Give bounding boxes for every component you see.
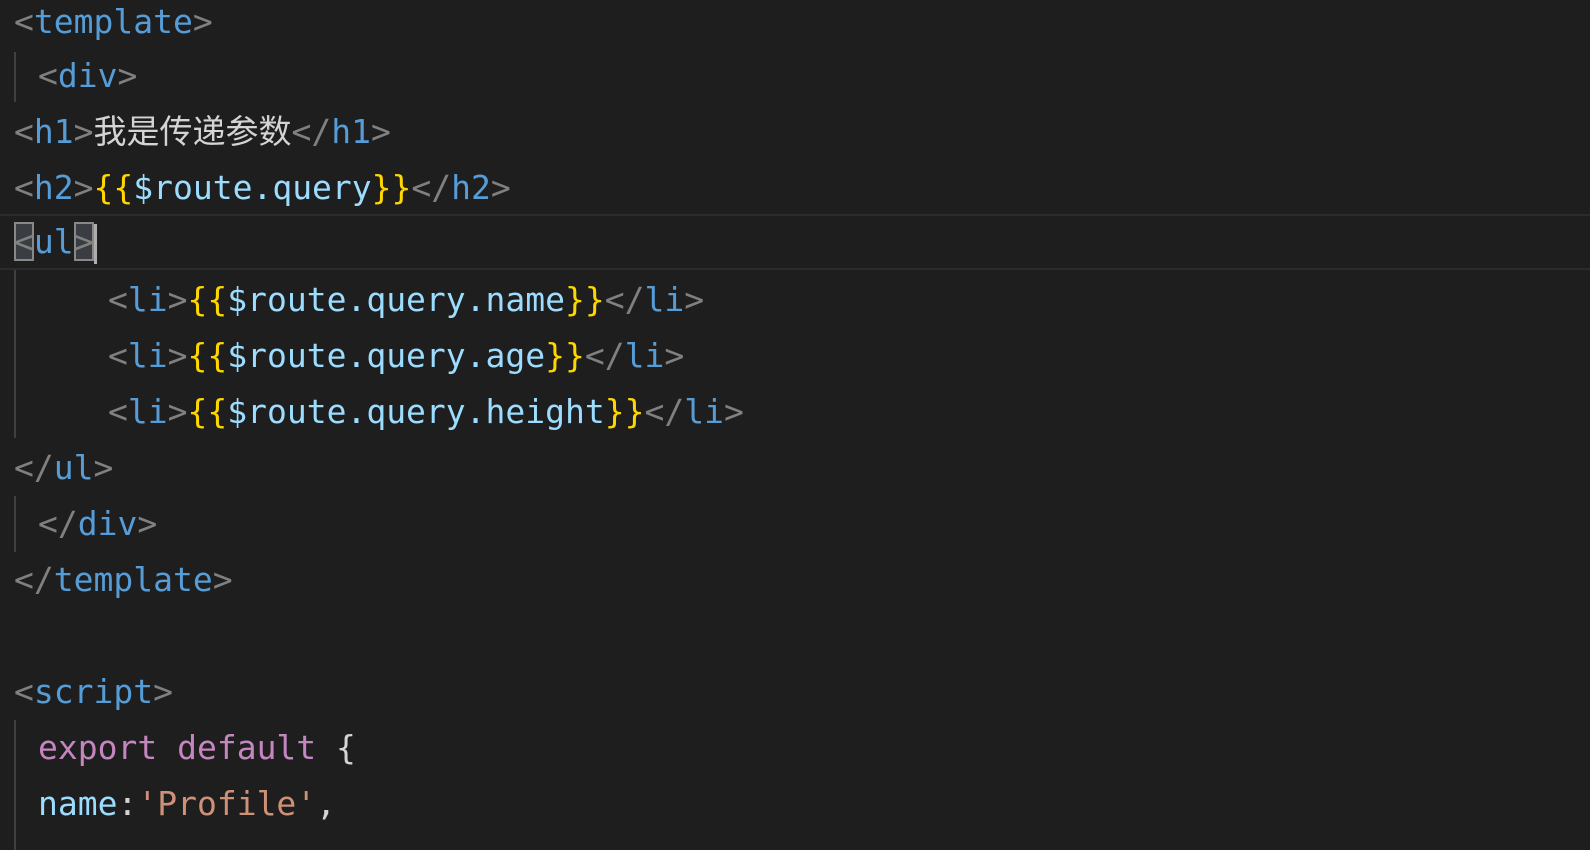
bracket: > (490, 168, 511, 207)
interpolation-brace: }} (604, 392, 645, 431)
code-line[interactable]: <template> (0, 0, 1590, 50)
interpolation-brace: }} (545, 336, 585, 375)
code-line[interactable]: name:'Profile', (0, 776, 1590, 832)
tag-name: h2 (33, 168, 74, 207)
bracket: < (108, 280, 128, 319)
interpolation-brace: {{ (93, 168, 134, 207)
code-line[interactable]: export default { (0, 720, 1590, 776)
bracket: </ (38, 504, 78, 543)
bracket: < (14, 168, 34, 207)
tag-name: li (644, 280, 685, 319)
bracket-match-open: < (14, 222, 34, 261)
bracket: > (664, 336, 685, 375)
bracket: > (212, 560, 233, 599)
bracket: > (167, 392, 188, 431)
interpolation-brace: {{ (187, 336, 228, 375)
bracket: > (93, 448, 114, 487)
tag-name: template (33, 2, 193, 41)
code-line[interactable]: <script> (0, 664, 1590, 720)
code-line[interactable]: <h2>{{$route.query}}</h2> (0, 160, 1590, 216)
tag-name: h1 (331, 112, 371, 151)
variable: $route.query.name (227, 280, 566, 319)
tag-name: li (684, 392, 724, 431)
bracket: > (137, 504, 158, 543)
bracket: </ (14, 448, 54, 487)
interpolation-brace: }} (371, 168, 412, 207)
bracket: > (192, 2, 213, 41)
bracket: < (108, 336, 128, 375)
bracket: < (108, 392, 128, 431)
variable: $route.query.height (227, 392, 605, 431)
tag-name: li (127, 280, 168, 319)
variable: $route.query (133, 168, 372, 207)
comma: , (316, 784, 337, 823)
keyword: default (177, 728, 317, 767)
tag-name: h2 (451, 168, 491, 207)
bracket: </ (584, 336, 625, 375)
code-line[interactable]: </ul> (0, 440, 1590, 496)
code-line[interactable]: </div> (0, 496, 1590, 552)
tag-name: li (127, 336, 168, 375)
bracket: > (153, 672, 173, 711)
bracket: < (14, 112, 34, 151)
interpolation-brace: }} (565, 280, 605, 319)
string-literal: 'Profile' (137, 784, 317, 823)
bracket: < (14, 2, 34, 41)
current-code-line[interactable]: <ul> (0, 214, 1590, 270)
bracket: </ (291, 112, 332, 151)
interpolation-brace: {{ (187, 280, 228, 319)
bracket: </ (604, 280, 645, 319)
bracket: > (371, 112, 391, 151)
bracket: </ (644, 392, 685, 431)
code-line[interactable]: </template> (0, 552, 1590, 608)
bracket: > (167, 336, 188, 375)
tag-name: div (77, 504, 138, 543)
text-content: 我是传递参数 (93, 112, 292, 151)
code-line[interactable]: <li>{{$route.query.age}}</li> (0, 328, 1590, 384)
text-cursor (93, 223, 97, 264)
interpolation-brace: {{ (187, 392, 228, 431)
empty-code-line[interactable] (0, 608, 1590, 664)
tag-name: script (33, 672, 154, 711)
bracket: </ (411, 168, 452, 207)
colon: : (117, 784, 138, 823)
keyword: export (38, 728, 158, 767)
bracket: > (724, 392, 744, 431)
variable: $route.query.age (227, 336, 546, 375)
code-line[interactable]: <li>{{$route.query.height}}</li> (0, 384, 1590, 440)
bracket: > (73, 168, 94, 207)
code-editor[interactable]: <template> <div> <h1>我是传递参数</h1> <h2>{{$… (0, 0, 1590, 850)
tag-name: div (57, 56, 118, 95)
brace: { (336, 728, 356, 767)
bracket-match-close: > (73, 222, 94, 261)
bracket: > (73, 112, 94, 151)
property-name: name (38, 784, 118, 823)
tag-name: h1 (33, 112, 74, 151)
code-line[interactable]: <div> (0, 48, 1590, 104)
bracket: </ (14, 560, 54, 599)
tag-name: li (624, 336, 665, 375)
code-line[interactable]: <li>{{$route.query.name}}</li> (0, 272, 1590, 328)
tag-name: ul (33, 222, 74, 261)
bracket: < (38, 56, 58, 95)
code-line[interactable]: <h1>我是传递参数</h1> (0, 104, 1590, 160)
tag-name: template (53, 560, 213, 599)
tag-name: ul (53, 448, 94, 487)
bracket: > (117, 56, 138, 95)
bracket: > (684, 280, 705, 319)
bracket: > (167, 280, 188, 319)
tag-name: li (127, 392, 168, 431)
bracket: < (14, 672, 34, 711)
